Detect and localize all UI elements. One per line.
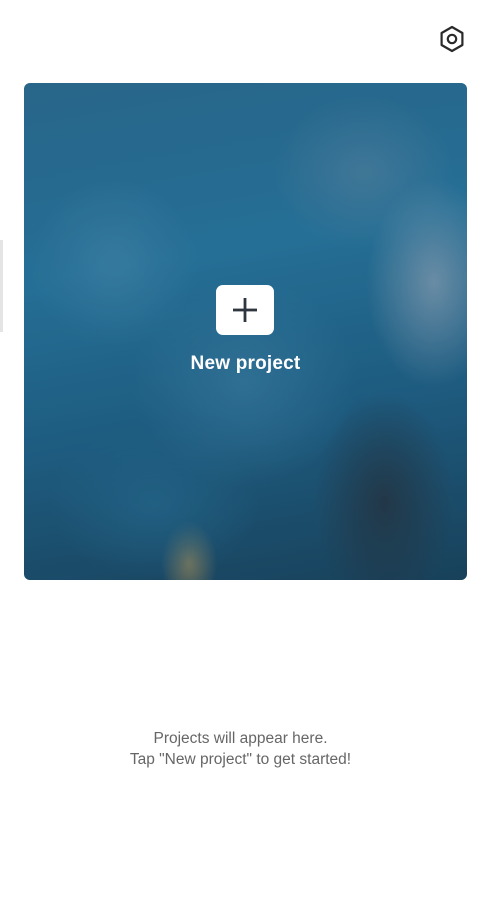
- edge-handle[interactable]: [0, 240, 3, 332]
- plus-icon: [233, 298, 257, 322]
- app-screen: New project Projects will appear here. T…: [0, 0, 481, 917]
- empty-state-message: Projects will appear here. Tap "New proj…: [0, 728, 481, 770]
- settings-button[interactable]: [437, 24, 467, 54]
- new-project-card[interactable]: New project: [24, 83, 467, 580]
- new-project-plus-button[interactable]: [216, 285, 274, 335]
- settings-icon: [440, 25, 464, 53]
- empty-state-line-1: Projects will appear here.: [153, 730, 328, 747]
- empty-state-line-2: Tap "New project" to get started!: [129, 751, 352, 768]
- new-project-label[interactable]: New project: [24, 353, 467, 375]
